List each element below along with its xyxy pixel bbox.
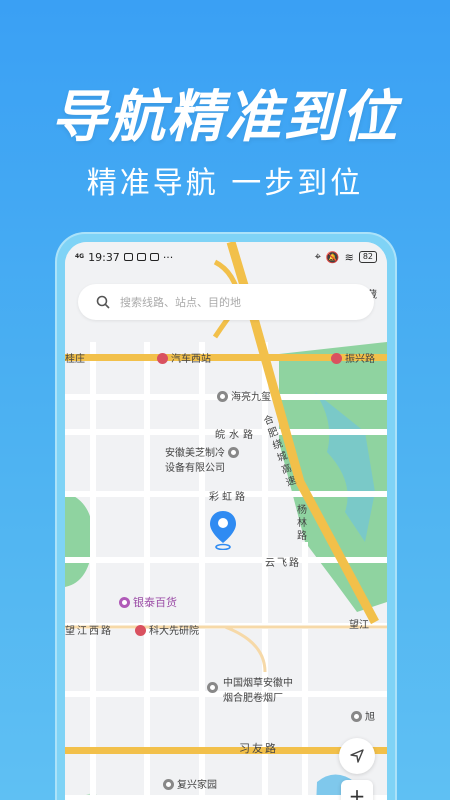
map-label-wangjiang-xi: 望江西路: [65, 626, 113, 637]
poi-icon: [163, 779, 174, 790]
map-label-wangjiang: 望江: [349, 620, 369, 631]
search-input[interactable]: 搜索线路、站点、目的地: [120, 294, 241, 310]
map-label-qiche-xizhan: 汽车西站: [157, 350, 211, 365]
mute-icon: 🔕: [325, 250, 340, 264]
poi-icon: [351, 711, 362, 722]
subway-station-icon: [135, 625, 146, 636]
status-bar: 4G 19:37 ··· ⌖ 🔕 ≋ 82: [65, 242, 387, 272]
map-label-tobacco: 中国烟草安徽中 烟合肥卷烟厂: [207, 674, 293, 704]
map-label-zhenxing: 振兴路: [331, 350, 375, 365]
zoom-in-button[interactable]: +: [341, 780, 373, 800]
map-label-xi: 旭: [351, 708, 375, 723]
map-label-xiyou: 习友路: [239, 742, 278, 755]
locate-button[interactable]: [339, 738, 375, 774]
map-label-guizhuang: 桂庄: [65, 354, 85, 365]
map-label-yintai: 银泰百货: [119, 594, 177, 610]
poi-icon: [217, 391, 228, 402]
map-label-keda: 科大先研院: [135, 622, 199, 637]
message-icon: [123, 253, 133, 261]
location-status-icon: ⌖: [314, 250, 321, 263]
map-label-caihong: 彩虹路: [209, 492, 248, 503]
shopping-icon: [119, 597, 130, 608]
map-label-fuxing: 复兴家园: [163, 776, 217, 791]
app-icon: [149, 253, 159, 261]
map-label-yunfei: 云飞路: [265, 558, 301, 569]
wifi-icon: ≋: [344, 250, 354, 264]
network-indicator: 4G: [75, 253, 85, 260]
plus-icon: +: [348, 784, 366, 800]
poi-icon: [228, 447, 240, 458]
map-label-haiyang: 海亮九玺: [217, 388, 271, 403]
status-time: 19:37: [88, 250, 120, 264]
map-screen[interactable]: 4G 19:37 ··· ⌖ 🔕 ≋ 82 搜索线路、站点、目的地 桂庄 汽车西…: [65, 242, 387, 800]
more-icon: ···: [162, 250, 174, 264]
hero-title: 导航精准到位: [51, 85, 399, 150]
map-label-yangling: 杨林路: [297, 505, 307, 542]
search-bar[interactable]: 搜索线路、站点、目的地: [78, 284, 374, 320]
battery-icon: 82: [358, 251, 377, 263]
poi-icon: [207, 682, 218, 693]
location-pin-icon[interactable]: [209, 510, 237, 550]
phone-frame: 4G 19:37 ··· ⌖ 🔕 ≋ 82 搜索线路、站点、目的地 桂庄 汽车西…: [55, 232, 397, 800]
hero-subtitle: 精准导航 一步到位: [86, 166, 364, 201]
navigation-arrow-icon: [350, 749, 364, 763]
search-icon: [96, 295, 110, 309]
map-label-wanshui: 皖水路: [215, 430, 257, 441]
subway-station-icon: [331, 353, 342, 364]
video-icon: [136, 253, 146, 261]
bus-station-icon: [157, 353, 168, 364]
map-label-anhui-meizhi: 安徽美芝制冷 设备有限公司: [165, 444, 242, 474]
